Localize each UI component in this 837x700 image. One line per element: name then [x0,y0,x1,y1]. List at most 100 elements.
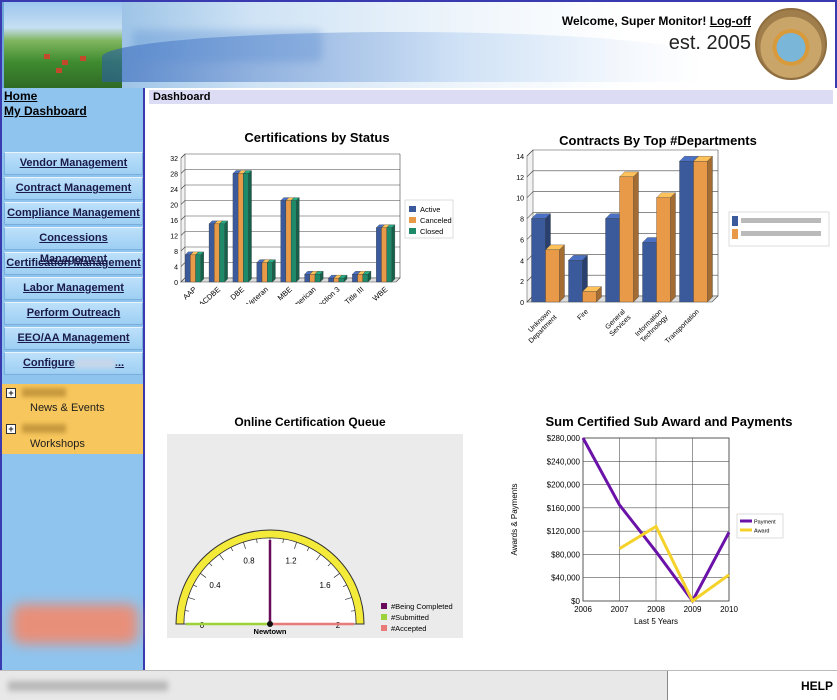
y-tick-label: 20 [170,203,178,210]
gauge-scale-label: 0.8 [243,556,255,565]
bar [352,274,358,283]
x-tick-label: AAP [181,285,198,302]
chart-title: Contracts By Top #Departments [559,133,757,148]
y-tick-label: $120,000 [547,527,581,536]
y-tick-label: 14 [516,154,524,161]
y-tick-label: 4 [520,258,524,265]
expand-plus-icon[interactable]: + [6,424,16,434]
sidebar-menu: Vendor Management Contract Management Co… [4,152,143,377]
x-tick-label: DBE [229,285,246,302]
y-tick-label: $240,000 [547,457,581,466]
bar [190,254,196,283]
y-tick-label: $80,000 [551,550,580,559]
blurred-copyright [8,681,168,691]
bar [195,254,201,283]
x-tick-label: 2010 [720,605,738,614]
expand-plus-icon[interactable]: + [6,388,16,398]
y-tick-label: 4 [174,265,178,272]
legend-label: Canceled [420,216,452,225]
y-tick-label: 28 [170,172,178,179]
bar [314,274,321,283]
x-tick-label: 2008 [647,605,665,614]
bar [304,274,310,283]
established-text: est. 2005 [668,32,751,54]
y-tick-label: 6 [520,237,524,244]
app-header: Welcome, Super Monitor! Log-off est. 200… [0,0,837,88]
bar [333,277,340,283]
sidebar: Home My Dashboard Vendor Management Cont… [0,88,145,670]
bar [381,227,387,283]
gauge-scale-label: 1.2 [285,556,297,565]
bar [386,227,393,283]
x-axis-label: Last 5 Years [634,617,678,626]
gauge-scale-label: 0.4 [209,581,221,590]
bar [219,223,225,283]
legend-swatch [409,206,416,212]
blurred-text [74,358,115,368]
y-tick-label: 0 [174,280,178,287]
menu-certification-management[interactable]: Certification Management [4,252,143,275]
blurred-text [22,424,66,433]
menu-concessions-management[interactable]: Concessions Management [4,227,143,265]
gauge-scale-label: 0 [200,621,205,630]
breadcrumb: Dashboard [149,90,833,104]
y-tick-label: 2 [520,279,524,286]
menu-compliance-management[interactable]: Compliance Management [4,202,143,225]
blurred-text [22,388,66,397]
y-tick-label: 24 [170,187,178,194]
gauge-scale-label: 1.6 [319,581,331,590]
legend-label: Active [420,205,440,214]
y-tick-label: $200,000 [547,481,581,490]
gauge-scale-label: 2 [336,621,341,630]
legend-label: Closed [420,227,443,236]
bar [357,274,363,283]
chart-title: Online Certification Queue [234,415,386,429]
legend-swatch [381,625,387,631]
x-tick-label: Fire [576,308,590,322]
y-tick-label: 8 [520,217,524,224]
y-tick-label: 12 [170,234,178,241]
help-link[interactable]: HELP [667,671,837,700]
home-link[interactable]: Home [2,89,143,104]
x-tick-label: MBE [276,285,294,303]
bar [237,173,244,283]
my-dashboard-link[interactable]: My Dashboard [2,104,143,119]
bar-side [248,170,252,283]
bar [568,260,583,303]
x-tick-label: UnknownDepartment [522,308,559,345]
legend-label: Payment [754,520,776,526]
menu-vendor-management[interactable]: Vendor Management [4,152,143,175]
blurred-legend-label [741,218,821,223]
y-tick-label: $280,000 [547,434,581,443]
menu-perform-outreach[interactable]: Perform Outreach [4,302,143,325]
bar-side [272,259,276,283]
x-tick-label: ACDBE [197,285,222,304]
bar [376,227,382,283]
bar-side [391,224,396,283]
bar [582,291,597,303]
blurred-logo [132,30,322,62]
y-tick-label: $160,000 [547,504,581,513]
contracts-by-departments-chart: Contracts By Top #Departments 0 2 4 6 8 10 12 14… [516,133,830,345]
bar [605,218,620,303]
bar-side [670,192,676,303]
bar [693,161,708,303]
bar [656,197,671,303]
bar [328,277,334,283]
bar-side [559,244,565,303]
menu-eeo-aa-management[interactable]: EEO/AA Management [4,327,143,350]
bar [261,262,268,283]
bar [545,249,560,303]
menu-configure[interactable]: Configure... [4,352,143,375]
x-tick-label: GeneralServices [603,308,633,338]
blurred-badge [12,604,138,644]
bar [531,218,546,303]
legend-swatch [381,614,387,620]
y-tick-label: 8 [174,249,178,256]
logoff-link[interactable]: Log-off [710,14,751,28]
x-tick-label: WBE [371,285,390,303]
bar [362,274,369,283]
menu-contract-management[interactable]: Contract Management [4,177,143,200]
menu-labor-management[interactable]: Labor Management [4,277,143,300]
bar [285,200,292,283]
